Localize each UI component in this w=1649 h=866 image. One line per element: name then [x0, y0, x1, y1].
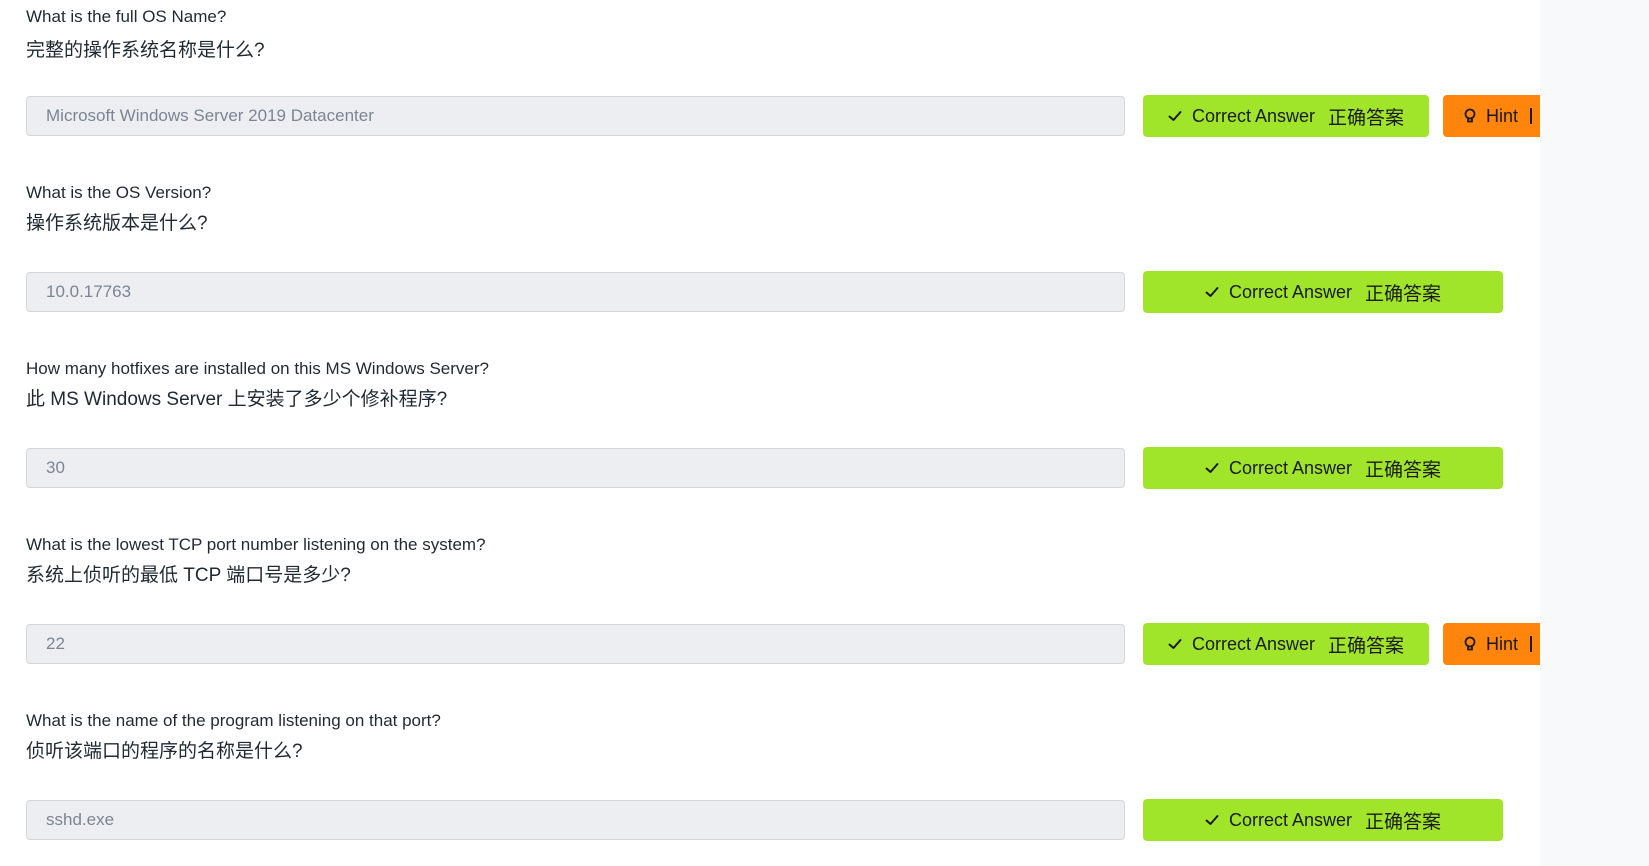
hint-label: Hint	[1486, 633, 1519, 654]
correct-answer-button[interactable]: Correct Answer 正确答案	[1143, 271, 1503, 313]
answer-field[interactable]: 22	[26, 624, 1125, 664]
hint-divider	[1530, 108, 1533, 124]
check-icon	[1205, 463, 1219, 473]
question-text-en: What is the lowest TCP port number liste…	[26, 535, 486, 554]
question-text-zh: 侦听该端口的程序的名称是什么?	[26, 741, 303, 762]
correct-answer-label-zh: 正确答案	[1365, 283, 1442, 305]
correct-answer-label-zh: 正确答案	[1328, 635, 1405, 657]
correct-answer-label: Correct Answer	[1228, 457, 1353, 478]
correct-answer-label: Correct Answer	[1228, 281, 1353, 302]
hint-button[interactable]: Hint	[1443, 623, 1540, 665]
correct-answer-button[interactable]: Correct Answer 正确答案	[1143, 799, 1503, 841]
correct-answer-button[interactable]: Correct Answer 正确答案	[1143, 447, 1503, 489]
correct-answer-button[interactable]: Correct Answer 正确答案	[1143, 623, 1429, 665]
hint-divider	[1530, 636, 1533, 652]
question-text-en: What is the name of the program listenin…	[26, 711, 441, 730]
question-text-en: What is the full OS Name?	[26, 7, 227, 26]
lightbulb-icon	[1464, 108, 1476, 123]
lightbulb-icon	[1464, 636, 1476, 651]
answer-field[interactable]: 10.0.17763	[26, 272, 1125, 312]
check-icon	[1168, 639, 1182, 649]
task-questions-panel: What is the full OS Name? 完整的操作系统名称是什么? …	[0, 0, 1540, 866]
question-text-zh: 此 MS Windows Server 上安装了多少个修补程序?	[26, 389, 448, 410]
question-text-en: How many hotfixes are installed on this …	[26, 359, 489, 378]
question-text-zh: 操作系统版本是什么?	[26, 213, 208, 234]
correct-answer-button[interactable]: Correct Answer 正确答案	[1143, 95, 1429, 137]
check-icon	[1168, 111, 1182, 121]
correct-answer-label: Correct Answer	[1191, 105, 1316, 126]
check-icon	[1205, 815, 1219, 825]
question-text-zh: 系统上侦听的最低 TCP 端口号是多少?	[26, 565, 351, 586]
hint-button[interactable]: Hint	[1443, 95, 1540, 137]
hint-label: Hint	[1486, 105, 1519, 126]
correct-answer-label-zh: 正确答案	[1365, 811, 1442, 833]
check-icon	[1205, 287, 1219, 297]
correct-answer-label-zh: 正确答案	[1365, 459, 1442, 481]
correct-answer-label-zh: 正确答案	[1328, 107, 1405, 129]
answer-field[interactable]: sshd.exe	[26, 800, 1125, 840]
correct-answer-label: Correct Answer	[1191, 633, 1316, 654]
question-text-zh: 完整的操作系统名称是什么?	[26, 40, 265, 61]
question-text-en: What is the OS Version?	[26, 183, 212, 202]
correct-answer-label: Correct Answer	[1228, 809, 1353, 830]
answer-field[interactable]: Microsoft Windows Server 2019 Datacenter	[26, 96, 1125, 136]
answer-field[interactable]: 30	[26, 448, 1125, 488]
